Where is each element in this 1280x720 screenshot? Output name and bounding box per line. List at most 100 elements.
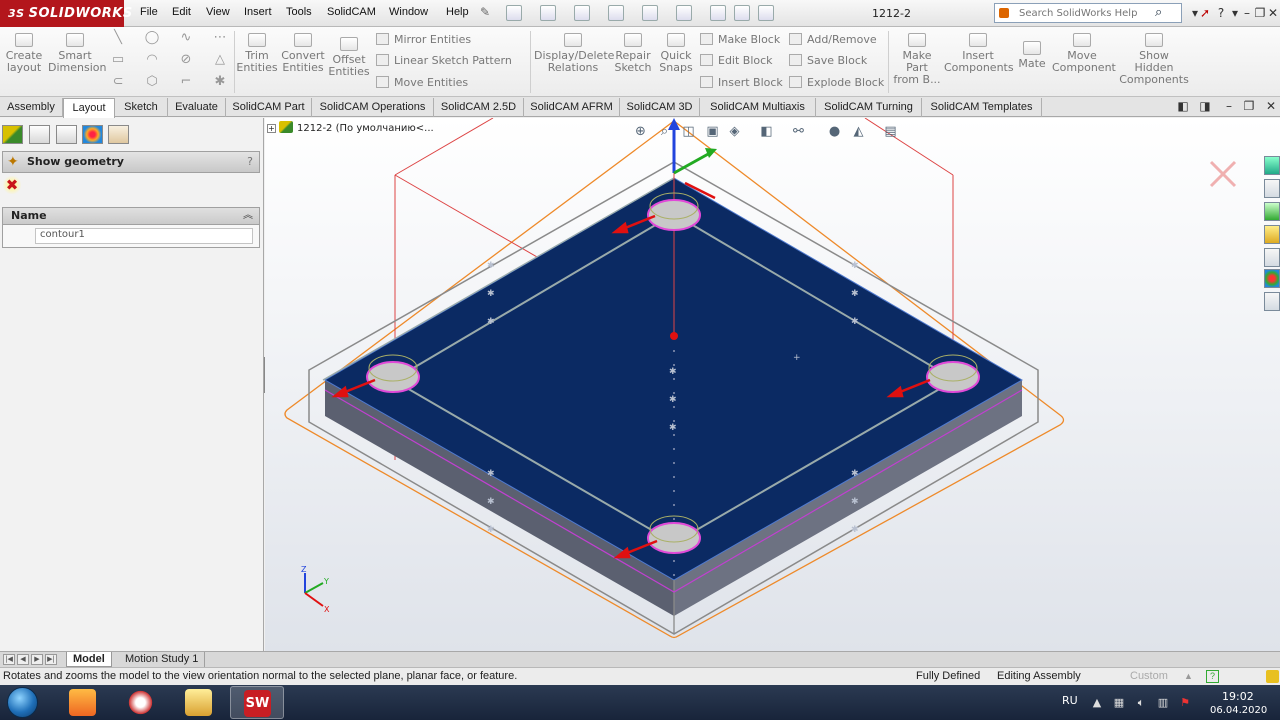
print-icon[interactable] <box>608 5 624 21</box>
help-icon[interactable]: ? <box>247 152 253 172</box>
mate-button[interactable]: Mate <box>1014 41 1050 70</box>
feature-tree-tab-icon[interactable] <box>2 125 23 144</box>
name-group-header[interactable]: Name ︽ <box>2 207 260 225</box>
taskbar-media-player[interactable] <box>56 686 110 719</box>
search-box[interactable]: ⌕ <box>994 3 1182 23</box>
section-view-icon[interactable]: ▣ <box>705 124 720 139</box>
trim-entities-button[interactable]: Trim Entities <box>236 33 278 74</box>
assembly-tree-node[interactable]: +1212-2 (По умолчанию<... <box>267 121 434 134</box>
menu-help[interactable]: Help <box>446 6 469 18</box>
show-hidden-components-button[interactable]: Show Hidden Components <box>1118 33 1190 86</box>
design-library-icon[interactable] <box>1264 202 1280 221</box>
make-part-from-block-button[interactable]: Make Part from B... <box>892 33 942 86</box>
cancel-watermark-icon[interactable] <box>1209 160 1237 188</box>
spline-icon[interactable]: ∿ <box>178 31 194 45</box>
select-icon[interactable] <box>676 5 692 21</box>
hexagon-icon[interactable]: ⬡ <box>144 75 160 89</box>
menu-insert[interactable]: Insert <box>244 6 272 18</box>
display-delete-relations-button[interactable]: Display/Delete Relations <box>534 33 614 74</box>
doc-minimize-icon[interactable]: – <box>1220 97 1238 115</box>
doc-split-icon[interactable]: ◨ <box>1196 97 1214 115</box>
rebuild-icon[interactable] <box>710 5 726 21</box>
home-icon[interactable] <box>1264 179 1280 198</box>
tab-solidcam-3d[interactable]: SolidCAM 3D <box>620 98 700 117</box>
start-button[interactable] <box>7 687 38 718</box>
mirror-entities-button[interactable]: Mirror Entities <box>376 33 471 46</box>
menu-tools[interactable]: Tools <box>286 6 312 18</box>
save-block-button[interactable]: Save Block <box>789 54 867 67</box>
repair-sketch-button[interactable]: Repair Sketch <box>614 33 652 74</box>
graphics-area[interactable]: ✱ ✱ ✱ ✱ ✱ ✱ ✱ ✱ ✱ ✱ ✱ ✱ ✱ ✱ ✱ + Z Y X +1212-2 (По … <box>265 118 1280 651</box>
file-properties-icon[interactable] <box>734 5 750 21</box>
solidworks-resources-icon[interactable] <box>1264 156 1280 175</box>
tab-solidcam-multiaxis[interactable]: SolidCAM Multiaxis <box>700 98 816 117</box>
volume-icon[interactable]: 🔈︎ <box>1134 696 1148 709</box>
previous-view-icon[interactable]: ◫ <box>681 124 696 139</box>
close-icon[interactable]: ✖ <box>3 176 21 194</box>
options-icon[interactable] <box>758 5 774 21</box>
expand-icon[interactable]: + <box>267 124 276 133</box>
tab-assembly[interactable]: Assembly <box>0 98 63 117</box>
clock-time[interactable]: 19:02 <box>1222 690 1254 703</box>
display-style-icon[interactable]: ◧ <box>759 124 774 139</box>
add-remove-button[interactable]: Add/Remove <box>789 33 877 46</box>
view-palette-icon[interactable] <box>1264 248 1280 267</box>
solidworks-logo[interactable]: 3S SOLIDWORKS <box>0 0 132 27</box>
units-up-icon[interactable]: ▲ <box>1184 668 1193 685</box>
units-selector[interactable]: Custom <box>1130 668 1168 685</box>
smart-dimension-button[interactable]: Smart Dimension <box>48 33 106 74</box>
last-tab-arrow-icon[interactable]: ▶| <box>45 654 57 665</box>
zoom-to-fit-icon[interactable]: ⊕ <box>633 124 648 139</box>
tab-layout[interactable]: Layout <box>63 98 115 118</box>
tray-app-icon[interactable]: ▦ <box>1112 696 1126 709</box>
tab-motion-study[interactable]: Motion Study 1 <box>119 652 206 667</box>
make-block-button[interactable]: Make Block <box>700 33 780 46</box>
insert-block-button[interactable]: Insert Block <box>700 76 783 89</box>
collapse-icon[interactable]: ︽ <box>243 208 253 224</box>
line-icon[interactable]: ╲ <box>110 31 126 45</box>
quick-tips-icon[interactable]: ? <box>1206 670 1219 683</box>
search-input[interactable] <box>1003 4 1153 22</box>
menu-edit[interactable]: Edit <box>172 6 191 18</box>
clock-date[interactable]: 06.04.2020 <box>1210 705 1267 716</box>
point-icon[interactable]: ⋯ <box>212 31 228 45</box>
model-view[interactable]: ✱ ✱ ✱ ✱ ✱ ✱ ✱ ✱ ✱ ✱ ✱ ✱ ✱ ✱ ✱ + Z Y X <box>265 118 1280 651</box>
undo-icon[interactable] <box>642 5 658 21</box>
rectangle-icon[interactable]: ▭ <box>110 53 126 67</box>
doc-restore-icon[interactable]: ❐ <box>1240 97 1258 115</box>
tab-solidcam-operations[interactable]: SolidCAM Operations <box>312 98 434 117</box>
custom-properties-icon[interactable] <box>1264 292 1280 311</box>
taskbar-snipping-tool[interactable] <box>114 686 168 719</box>
quick-snaps-button[interactable]: Quick Snaps <box>656 33 696 74</box>
solidcam-tab-icon[interactable] <box>108 125 129 144</box>
view-settings-icon[interactable]: ▤ <box>883 124 898 139</box>
property-manager-tab-icon[interactable] <box>29 125 50 144</box>
offset-entities-button[interactable]: Offset Entities <box>328 37 370 78</box>
linear-sketch-pattern-button[interactable]: Linear Sketch Pattern <box>376 54 512 67</box>
polygon-icon[interactable]: △ <box>212 53 228 67</box>
arc-icon[interactable]: ◠ <box>144 53 160 67</box>
move-component-button[interactable]: Move Component <box>1052 33 1116 74</box>
tab-solidcam-part[interactable]: SolidCAM Part <box>226 98 312 117</box>
tab-solidcam-afrm[interactable]: SolidCAM AFRM <box>524 98 620 117</box>
tab-solidcam-25d[interactable]: SolidCAM 2.5D <box>434 98 524 117</box>
menu-view[interactable]: View <box>206 6 230 18</box>
open-document-icon[interactable] <box>540 5 556 21</box>
doc-view-icon[interactable]: ◧ <box>1174 97 1192 115</box>
slot-icon[interactable]: ⊂ <box>110 75 126 89</box>
hide-show-items-icon[interactable]: ⚯ <box>791 124 806 139</box>
insert-components-button[interactable]: Insert Components <box>944 33 1014 74</box>
edit-block-button[interactable]: Edit Block <box>700 54 773 67</box>
new-document-icon[interactable] <box>506 5 522 21</box>
menu-file[interactable]: File <box>140 6 158 18</box>
doc-close-icon[interactable]: ✕ <box>1262 97 1280 115</box>
search-icon[interactable]: ⌕ <box>1155 5 1162 20</box>
notes-icon[interactable] <box>1266 670 1279 683</box>
taskbar-explorer[interactable] <box>172 686 226 719</box>
configuration-manager-tab-icon[interactable] <box>56 125 77 144</box>
convert-entities-button[interactable]: Convert Entities <box>280 33 326 74</box>
save-icon[interactable] <box>574 5 590 21</box>
first-tab-arrow-icon[interactable]: |◀ <box>3 654 15 665</box>
appearances-icon[interactable] <box>1264 269 1280 288</box>
explode-block-button[interactable]: Explode Block <box>789 76 884 89</box>
